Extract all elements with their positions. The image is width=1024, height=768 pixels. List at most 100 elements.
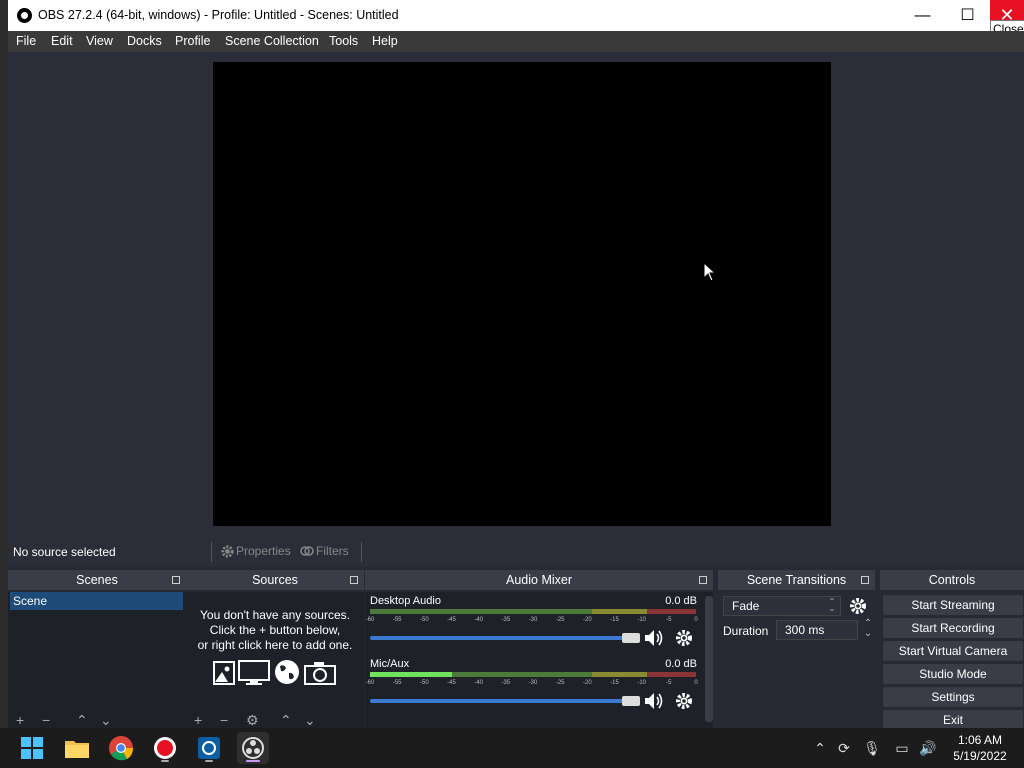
meter-tick-label: -60 [365,617,375,623]
gear-icon[interactable] [673,628,695,648]
mixer-title-text: Audio Mixer [506,573,572,587]
sync-icon[interactable]: ⟳ [834,738,854,758]
scene-list-item[interactable]: Scene [10,592,183,610]
speaker-icon[interactable] [643,691,665,711]
filters-label: Filters [316,544,349,558]
sources-list[interactable]: You don't have any sources. Click the + … [186,592,364,728]
minimize-button[interactable]: — [900,0,945,31]
duration-label: Duration [723,624,769,638]
start-recording-button[interactable]: Start Recording [883,618,1023,638]
menu-docks[interactable]: Docks [127,34,162,48]
meter-tick-label: -35 [501,617,511,623]
meter-ticks: -60 -55 -50 -45 -40 -35 -30 -25 -20 -15 -10 -5 0 [366,617,698,625]
meter-tick-label: -45 [447,680,456,686]
mixer-scrollbar[interactable] [705,596,713,722]
gear-icon[interactable] [848,596,868,616]
remove-source-icon[interactable]: − [220,712,228,728]
start-streaming-button[interactable]: Start Streaming [883,595,1023,615]
undock-icon[interactable] [699,576,707,584]
volume-slider[interactable] [370,699,635,703]
scenes-list[interactable]: Scene [8,592,186,728]
empty-line: Click the + button below, [209,623,341,637]
running-indicator [161,760,169,762]
meter-tick-label: -20 [582,680,592,686]
properties-button[interactable]: Properties [218,541,298,562]
move-up-icon[interactable]: ⌃ [76,712,88,728]
empty-line: or right click here to add one. [197,638,353,652]
scenes-footer: + − ⌃ ⌄ [8,712,186,728]
duration-value: 300 ms [785,623,825,637]
remove-scene-icon[interactable]: − [42,712,50,728]
duration-input[interactable]: 300 ms [776,620,858,640]
transition-selected: Fade [732,599,760,613]
volume-meter [370,609,696,614]
undock-icon[interactable] [172,576,180,584]
source-settings-icon[interactable]: ⚙ [246,712,259,728]
volume-icon[interactable]: 🔊 [918,738,938,758]
scenes-dock-title: Scenes [8,570,186,590]
volume-slider-handle[interactable] [622,696,640,706]
studio-mode-button[interactable]: Studio Mode [883,664,1023,684]
controls-title-text: Controls [928,573,976,587]
speaker-icon[interactable] [643,628,665,648]
obs-taskbar-app[interactable] [237,732,269,764]
meter-tick-label: -15 [610,680,619,686]
menu-view[interactable]: View [86,34,113,48]
network-icon[interactable]: ▭ [892,738,912,758]
menu-tools[interactable]: Tools [329,34,358,48]
obs-window: OBS 27.2.4 (64-bit, windows) - Profile: … [8,0,1024,728]
duration-spinner-icon[interactable]: ⌃ ⌄ [862,619,874,641]
meter-tick-label: -55 [392,680,402,686]
clock[interactable]: 1:06 AM 5/19/2022 [940,732,1020,764]
media-app[interactable] [193,732,225,764]
chrome-icon[interactable] [105,732,137,764]
undock-icon[interactable] [861,576,869,584]
file-explorer-icon[interactable] [61,732,93,764]
menu-scene-collection[interactable]: Scene Collection [225,34,319,48]
image-icon [213,661,235,685]
meter-tick-label: -55 [392,617,402,623]
channel-db: 0.0 dB [665,595,697,607]
active-indicator [246,760,260,762]
gear-icon [221,545,234,558]
transition-select[interactable]: Fade ⌃ ⌄ [723,596,841,616]
scene-transitions-dock: Scene Transitions Fade ⌃ ⌄ Duration 300 m… [718,570,875,728]
volume-slider[interactable] [370,636,635,640]
meter-tick-label: -50 [419,680,429,686]
microphone-icon[interactable]: 🎙 [862,738,882,758]
maximize-button[interactable]: ☐ [945,0,990,31]
meter-tick-label: -35 [501,680,511,686]
meter-tick-label: -25 [555,617,565,623]
properties-label: Properties [236,544,291,558]
recorder-app[interactable] [149,732,181,764]
gear-icon[interactable] [673,691,695,711]
start-virtual-camera-button[interactable]: Start Virtual Camera [883,641,1023,661]
meter-level [370,672,452,677]
meter-ticks: -60 -55 -50 -45 -40 -35 -30 -25 -20 -15 -10 -5 0 [366,680,698,688]
undock-icon[interactable] [350,576,358,584]
windows-start-icon[interactable] [16,732,48,764]
empty-line: You don't have any sources. [200,608,350,622]
menu-profile[interactable]: Profile [175,34,210,48]
sources-footer: + − ⚙ ⌃ ⌄ [186,712,364,728]
menu-edit[interactable]: Edit [51,34,73,48]
filters-button[interactable]: Filters [298,541,358,562]
exit-button[interactable]: Exit [883,710,1023,728]
move-up-icon[interactable]: ⌃ [280,712,292,728]
meter-tick-label: -40 [474,617,483,623]
filter-icon [300,546,314,556]
move-down-icon[interactable]: ⌄ [100,712,112,728]
move-down-icon[interactable]: ⌄ [304,712,316,728]
meter-tick-label: -60 [365,680,375,686]
add-scene-icon[interactable]: + [16,712,24,728]
mixer-channels: Desktop Audio 0.0 dB -60 -55 -50 -45 -40 -35-… [365,592,713,728]
chevron-up-icon[interactable]: ⌃ [810,738,830,758]
menu-help[interactable]: Help [372,34,398,48]
volume-slider-handle[interactable] [622,633,640,643]
meter-tick-label: -50 [419,617,429,623]
menu-file[interactable]: File [16,34,36,48]
source-type-icons [212,658,342,688]
settings-button[interactable]: Settings [883,687,1023,707]
add-source-icon[interactable]: + [194,712,202,728]
preview-canvas[interactable] [213,62,831,526]
